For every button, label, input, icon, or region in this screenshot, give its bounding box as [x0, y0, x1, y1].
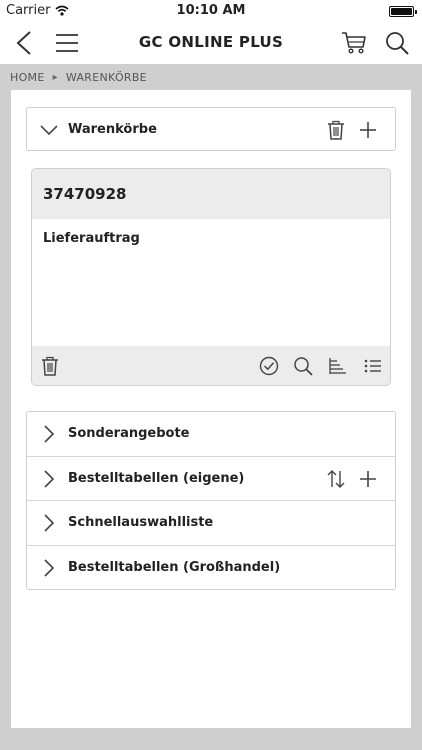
section-label: Sonderangebote — [68, 426, 190, 442]
trash-icon — [41, 356, 59, 376]
chevron-right-icon — [39, 469, 59, 489]
breadcrumb-home[interactable]: HOME — [10, 71, 45, 84]
add-table-button[interactable] — [357, 468, 379, 490]
delete-item-button[interactable] — [39, 355, 61, 377]
search-icon — [384, 30, 410, 56]
warenkoerbe-header[interactable]: Warenkörbe — [26, 107, 396, 151]
section-row-sonderangebote[interactable]: Sonderangebote — [27, 412, 395, 457]
plus-icon — [359, 470, 377, 488]
list-icon — [363, 356, 383, 376]
section-label: Bestelltabellen (eigene) — [68, 470, 245, 486]
section-row-schnellauswahlliste[interactable]: Schnellauswahlliste — [27, 501, 395, 546]
plus-icon — [359, 121, 377, 139]
basket-type: Lieferauftrag — [43, 231, 140, 246]
add-basket-button[interactable] — [357, 119, 379, 141]
nav-bar: GC ONLINE PLUS — [0, 22, 422, 64]
basket-toolbar — [32, 346, 390, 385]
check-circle-icon — [259, 356, 279, 376]
trash-icon — [327, 120, 345, 140]
battery-icon — [389, 6, 417, 17]
section-list: Sonderangebote Bestelltabellen (eigene) — [26, 411, 396, 590]
sort-arrows-icon — [326, 469, 346, 489]
status-time: 10:10 AM — [176, 3, 246, 18]
cart-icon — [341, 31, 367, 55]
main-panel: Warenkörbe 37470928 Lieferauftrag Sonder… — [11, 90, 411, 728]
section-label: Schnellauswahlliste — [68, 515, 214, 531]
chevron-down-icon — [39, 120, 59, 140]
chevron-right-icon — [39, 424, 59, 444]
list-view-button[interactable] — [362, 355, 384, 377]
chevron-right-icon — [39, 558, 59, 578]
basket-number: 37470928 — [32, 169, 390, 219]
cart-button[interactable] — [338, 27, 370, 59]
sort-button[interactable] — [327, 355, 349, 377]
breadcrumb: HOME ▸ WARENKÖRBE — [0, 64, 422, 90]
warenkoerbe-label: Warenkörbe — [68, 121, 157, 137]
status-bar: Carrier 10:10 AM — [0, 0, 422, 22]
confirm-button[interactable] — [258, 355, 280, 377]
sort-lines-icon — [328, 356, 348, 376]
chevron-right-icon — [39, 513, 59, 533]
delete-basket-button[interactable] — [325, 119, 347, 141]
breadcrumb-current: WARENKÖRBE — [65, 70, 147, 84]
search-button[interactable] — [381, 27, 413, 59]
breadcrumb-separator-icon: ▸ — [52, 71, 58, 83]
search-item-button[interactable] — [292, 355, 314, 377]
section-label: Bestelltabellen (Großhandel) — [68, 560, 281, 576]
sort-tables-button[interactable] — [325, 468, 347, 490]
section-row-bestelltabellen-eigene[interactable]: Bestelltabellen (eigene) — [27, 456, 395, 501]
basket-card[interactable]: 37470928 Lieferauftrag — [31, 168, 391, 386]
search-icon — [293, 356, 313, 376]
section-row-bestelltabellen-grosshandel[interactable]: Bestelltabellen (Großhandel) — [27, 545, 395, 589]
